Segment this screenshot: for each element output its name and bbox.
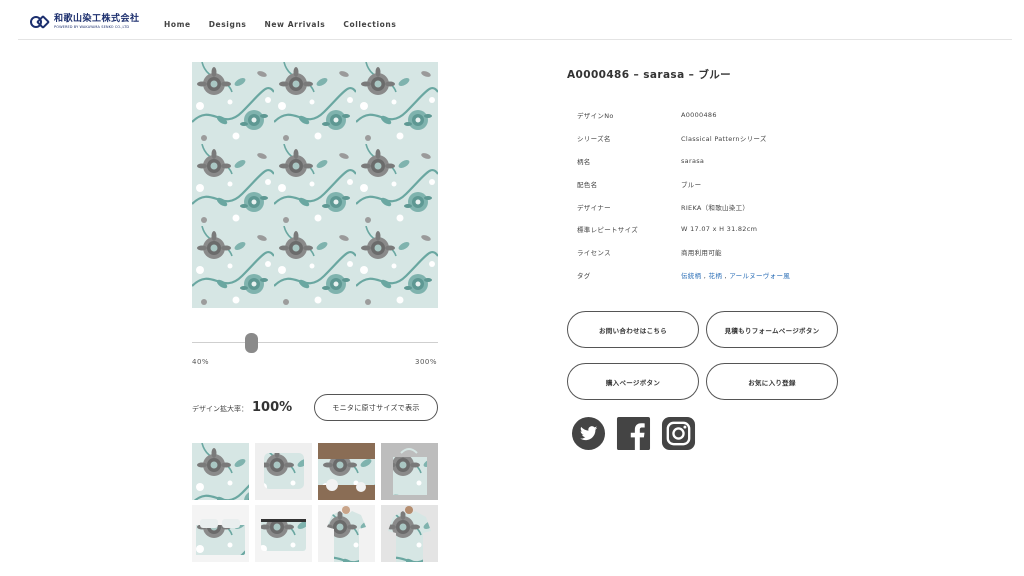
nav-collections[interactable]: Collections <box>343 20 396 29</box>
logo-mark-icon <box>30 15 51 30</box>
spec-label-colorway: 配色名 <box>577 180 598 189</box>
spec-value-pattern-name: sarasa <box>681 156 705 165</box>
thumb-pattern-swatch[interactable] <box>192 443 249 500</box>
spec-row: デザインNo A0000486 <box>577 104 790 127</box>
actual-size-button[interactable]: モニタに原寸サイズで表示 <box>314 394 438 421</box>
brand-logo[interactable]: 和歌山染工株式会社 POWERED BY WAKAYAMA SENKO CO.,… <box>30 15 140 30</box>
spec-value-repeat-size: W 17.07 x H 31.82cm <box>681 225 758 234</box>
nav-designs[interactable]: Designs <box>209 20 247 29</box>
spec-value-colorway: ブルー <box>681 180 702 189</box>
pattern-preview-image <box>192 62 438 308</box>
estimate-form-button[interactable]: 見積もりフォームページボタン <box>706 311 838 348</box>
facebook-icon[interactable] <box>616 416 651 451</box>
spec-label-series: シリーズ名 <box>577 135 611 144</box>
zoom-slider[interactable] <box>192 333 438 353</box>
slider-track <box>192 342 438 343</box>
brand-name: 和歌山染工株式会社 <box>54 14 140 24</box>
site-header: 和歌山染工株式会社 POWERED BY WAKAYAMA SENKO CO.,… <box>0 0 1024 40</box>
tag-link[interactable]: 伝統柄 <box>681 272 701 280</box>
spec-label-tags: タグ <box>577 271 591 280</box>
spec-row: 配色名 ブルー <box>577 172 790 195</box>
header-divider <box>18 39 1012 40</box>
spec-row: タグ 伝統柄 , 花柄 , アールヌーヴォー風 <box>577 264 790 287</box>
instagram-icon[interactable] <box>661 416 696 451</box>
slider-max-label: 300% <box>415 358 438 366</box>
slider-thumb[interactable] <box>245 333 258 353</box>
main-nav: Home Designs New Arrivals Collections <box>164 20 396 29</box>
zoom-readout: デザイン拡大率： 100% <box>192 400 292 415</box>
social-links <box>571 416 696 451</box>
thumb-cushion-mockup[interactable] <box>255 443 312 500</box>
spec-value-series: Classical Patternシリーズ <box>681 135 767 144</box>
spec-table: デザインNo A0000486 シリーズ名 Classical Patternシ… <box>577 104 790 286</box>
spec-row: 標準レピートサイズ W 17.07 x H 31.82cm <box>577 218 790 241</box>
thumb-womens-tshirt-mockup[interactable] <box>318 505 375 562</box>
nav-home[interactable]: Home <box>164 20 191 29</box>
thumbnail-gallery <box>192 443 438 562</box>
spec-label-repeat-size: 標準レピートサイズ <box>577 226 639 235</box>
add-favorite-button[interactable]: お気に入り登録 <box>706 363 838 400</box>
thumb-table-runner-mockup[interactable] <box>318 443 375 500</box>
spec-label-license: ライセンス <box>577 249 611 258</box>
tag-separator: , <box>701 271 709 280</box>
spec-label-design-no: デザインNo <box>577 112 614 121</box>
spec-label-designer: デザイナー <box>577 203 611 212</box>
thumb-pouch-mockup[interactable] <box>255 505 312 562</box>
spec-row: デザイナー RIEKA（和歌山染工） <box>577 195 790 218</box>
thumb-tote-bag-mockup[interactable] <box>381 443 438 500</box>
spec-row: シリーズ名 Classical Patternシリーズ <box>577 127 790 150</box>
spec-value-design-no: A0000486 <box>681 111 717 120</box>
spec-row: 柄名 sarasa <box>577 150 790 173</box>
spec-value-tags: 伝統柄 , 花柄 , アールヌーヴォー風 <box>681 270 790 280</box>
spec-label-pattern-name: 柄名 <box>577 157 591 166</box>
purchase-page-button[interactable]: 購入ページボタン <box>567 363 699 400</box>
nav-new-arrivals[interactable]: New Arrivals <box>264 20 325 29</box>
spec-value-designer: RIEKA（和歌山染工） <box>681 203 750 212</box>
brand-tagline: POWERED BY WAKAYAMA SENKO CO.,LTD <box>54 25 130 29</box>
thumb-bedding-mockup[interactable] <box>192 505 249 562</box>
tag-link[interactable]: アールヌーヴォー風 <box>729 272 790 280</box>
thumb-mens-tshirt-mockup[interactable] <box>381 505 438 562</box>
spec-value-license: 商用利用可能 <box>681 249 722 258</box>
product-title: A0000486 – sarasa – ブルー <box>567 69 732 81</box>
zoom-value: 100% <box>252 400 293 415</box>
twitter-icon[interactable] <box>571 416 606 451</box>
slider-min-label: 40% <box>192 358 210 366</box>
spec-row: ライセンス 商用利用可能 <box>577 241 790 264</box>
zoom-label: デザイン拡大率： <box>192 405 248 413</box>
inquiry-button[interactable]: お問い合わせはこちら <box>567 311 699 348</box>
tag-link[interactable]: 花柄 <box>709 272 723 280</box>
